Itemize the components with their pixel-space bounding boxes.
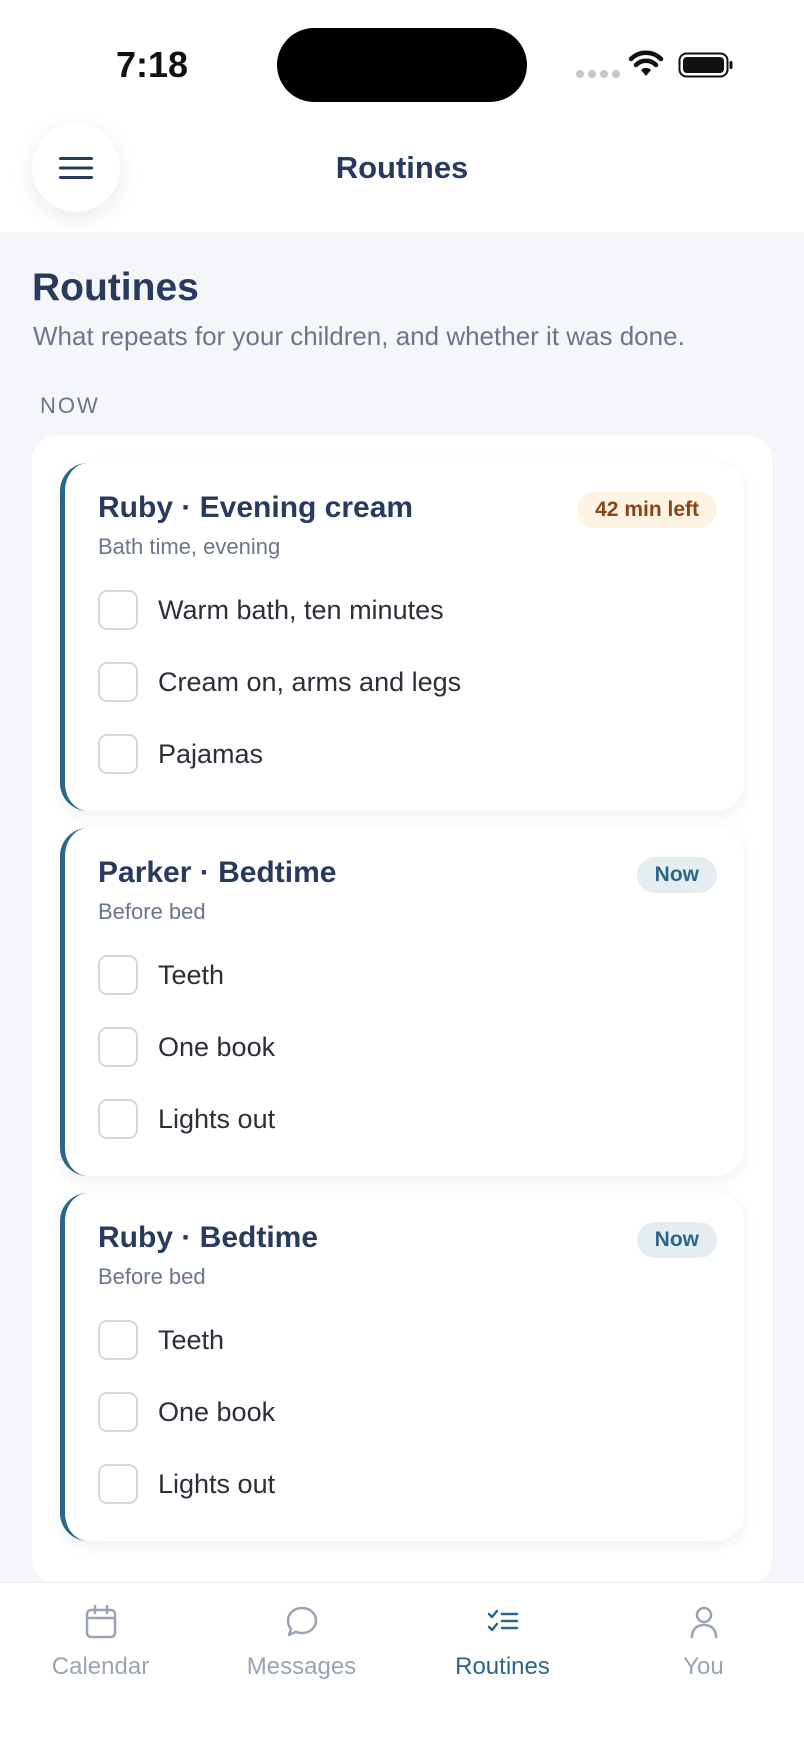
step-label: Teeth [158, 959, 225, 990]
step-checkbox[interactable] [98, 955, 138, 995]
step-checkbox[interactable] [98, 1027, 138, 1067]
step-label: Teeth [158, 1324, 225, 1355]
routines-panel: Ruby · Evening cream Bath time, evening … [32, 435, 772, 1585]
nav-item-you[interactable]: You [603, 1583, 804, 1693]
chat-bubble-icon [286, 1606, 317, 1637]
header-title: Routines [335, 150, 469, 185]
routine-card[interactable]: Ruby · Evening cream Bath time, evening … [60, 463, 744, 811]
routine-title: Parker · Bedtime [98, 856, 337, 889]
step-label: One book [158, 1031, 276, 1062]
nav-label: Messages [246, 1653, 357, 1680]
routine-step[interactable]: Warm bath, ten minutes [98, 589, 444, 631]
app-header: Routines [0, 120, 804, 232]
routine-step[interactable]: Cream on, arms and legs [98, 661, 461, 703]
cellular-signal-icon [576, 70, 620, 78]
routine-subtitle: Before bed [98, 899, 206, 924]
routine-step[interactable]: Lights out [98, 1098, 275, 1140]
routine-step[interactable]: Lights out [98, 1463, 275, 1505]
now-badge: Now [636, 1222, 717, 1258]
step-checkbox[interactable] [98, 590, 138, 630]
routine-subtitle: Before bed [98, 1264, 206, 1289]
routine-step[interactable]: Teeth [98, 1319, 224, 1361]
nav-label: Calendar [51, 1653, 150, 1680]
nav-label: Routines [455, 1653, 550, 1680]
nav-item-routines[interactable]: Routines [402, 1583, 603, 1693]
step-checkbox[interactable] [98, 1392, 138, 1432]
nav-item-calendar[interactable]: Calendar [0, 1583, 201, 1693]
step-checkbox[interactable] [98, 662, 138, 702]
page-subtitle: What repeats for your children, and whet… [33, 321, 685, 351]
routine-step[interactable]: One book [98, 1391, 275, 1433]
step-label: Cream on, arms and legs [158, 666, 462, 697]
calendar-icon [85, 1605, 116, 1639]
section-label: NOW [40, 393, 100, 418]
battery-icon [678, 52, 733, 78]
page-title: Routines [32, 266, 199, 309]
person-icon [690, 1606, 717, 1639]
wifi-icon [628, 50, 664, 76]
step-checkbox[interactable] [98, 1320, 138, 1360]
status-bar: 7:18 [0, 0, 804, 120]
step-label: Lights out [158, 1103, 276, 1134]
routine-card[interactable]: Parker · Bedtime Before bed Now Teeth On… [60, 828, 744, 1176]
routine-card[interactable]: Ruby · Bedtime Before bed Now Teeth One … [60, 1193, 744, 1541]
step-label: Warm bath, ten minutes [158, 594, 444, 625]
routine-step[interactable]: Teeth [98, 954, 224, 996]
step-checkbox[interactable] [98, 734, 138, 774]
routine-step[interactable]: One book [98, 1026, 275, 1068]
bottom-nav: Calendar Messages Routines You [0, 1582, 804, 1748]
routine-title: Ruby · Evening cream [98, 491, 414, 524]
checklist-icon [487, 1609, 518, 1632]
dynamic-island [277, 28, 527, 102]
step-checkbox[interactable] [98, 1099, 138, 1139]
step-checkbox[interactable] [98, 1464, 138, 1504]
status-time: 7:18 [116, 44, 189, 85]
time-left-badge: 42 min left [577, 492, 717, 528]
routine-subtitle: Bath time, evening [98, 534, 281, 559]
now-badge: Now [636, 857, 717, 893]
routine-step[interactable]: Pajamas [98, 733, 263, 775]
step-label: Lights out [158, 1468, 276, 1499]
nav-item-messages[interactable]: Messages [201, 1583, 402, 1693]
step-label: One book [158, 1396, 276, 1427]
nav-label: You [683, 1653, 724, 1680]
routine-title: Ruby · Bedtime [98, 1221, 319, 1254]
step-label: Pajamas [158, 738, 264, 769]
